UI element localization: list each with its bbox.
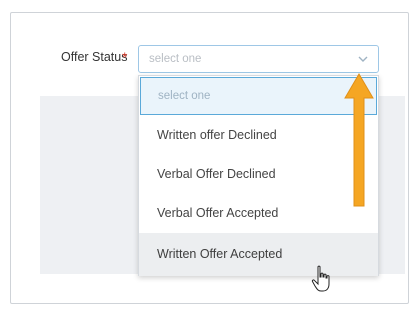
select-placeholder: select one: [149, 53, 202, 65]
offer-status-label: Offer Status: [61, 50, 128, 64]
hand-pointer-icon: [311, 265, 330, 292]
orange-arrow-up-icon: [344, 73, 374, 207]
offer-status-dropdown: select one Written offer Declined Verbal…: [138, 75, 379, 276]
option-verbal-offer-declined[interactable]: Verbal Offer Declined: [139, 155, 378, 194]
option-written-offer-declined[interactable]: Written offer Declined: [139, 116, 378, 155]
chevron-down-icon[interactable]: [358, 55, 368, 63]
required-marker: *: [122, 49, 128, 65]
option-select-one[interactable]: select one: [140, 77, 377, 115]
offer-status-select[interactable]: select one: [138, 45, 379, 73]
option-written-offer-accepted[interactable]: Written Offer Accepted: [139, 233, 378, 276]
option-verbal-offer-accepted[interactable]: Verbal Offer Accepted: [139, 194, 378, 233]
